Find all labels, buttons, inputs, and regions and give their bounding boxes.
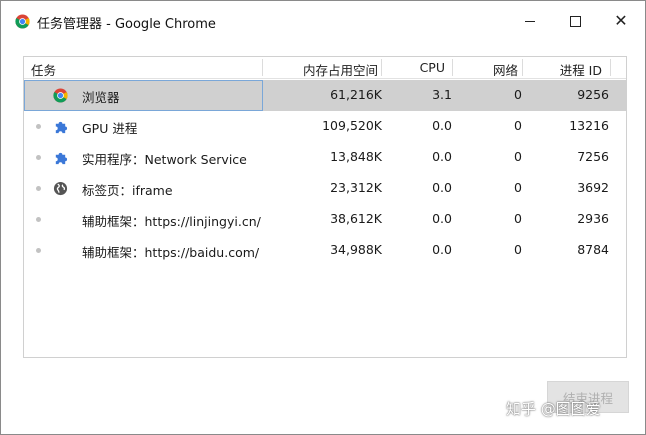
puzzle-icon <box>53 119 68 134</box>
column-header-memory[interactable]: 内存占用空间 <box>303 60 378 79</box>
network-cell: 0 <box>514 87 522 102</box>
cpu-cell: 3.1 <box>432 87 452 102</box>
cpu-cell: 0.0 <box>432 149 452 164</box>
pid-cell: 8784 <box>577 242 609 257</box>
task-name: 辅助框架：https://linjingyi.cn/ <box>82 214 261 229</box>
memory-cell: 61,216K <box>330 87 382 102</box>
minimize-button[interactable] <box>507 5 553 37</box>
network-cell: 0 <box>514 211 522 226</box>
bullet-dot <box>36 124 41 129</box>
memory-cell: 23,312K <box>330 180 382 195</box>
table-row[interactable]: 实用程序：Network Service 13,848K 0.0 0 7256 <box>24 142 626 173</box>
cpu-cell: 0.0 <box>432 242 452 257</box>
network-cell: 0 <box>514 149 522 164</box>
memory-cell: 38,612K <box>330 211 382 226</box>
task-name: GPU 进程 <box>82 121 138 136</box>
column-divider[interactable] <box>610 59 611 76</box>
memory-cell: 34,988K <box>330 242 382 257</box>
task-name: 浏览器 <box>82 90 120 105</box>
task-name: 标签页：iframe <box>82 183 173 198</box>
process-table: 任务 内存占用空间 CPU 网络 进程 ID 浏览器 61,216K 3.1 0… <box>23 56 627 358</box>
pid-cell: 2936 <box>577 211 609 226</box>
pid-cell: 7256 <box>577 149 609 164</box>
column-header-task[interactable]: 任务 <box>31 60 56 79</box>
network-cell: 0 <box>514 118 522 133</box>
table-row[interactable]: GPU 进程 109,520K 0.0 0 13216 <box>24 111 626 142</box>
network-cell: 0 <box>514 180 522 195</box>
minimize-icon <box>525 20 535 22</box>
chrome-icon <box>53 88 68 103</box>
window-title: 任务管理器 - Google Chrome <box>37 17 216 32</box>
table-row[interactable]: 浏览器 61,216K 3.1 0 9256 <box>24 80 626 111</box>
table-row[interactable]: 辅助框架：https://baidu.com/ 34,988K 0.0 0 87… <box>24 235 626 266</box>
memory-cell: 109,520K <box>322 118 382 133</box>
bullet-dot <box>36 155 41 160</box>
column-divider[interactable] <box>452 59 453 76</box>
bullet-dot <box>36 217 41 222</box>
table-row[interactable]: 辅助框架：https://linjingyi.cn/ 38,612K 0.0 0… <box>24 204 626 235</box>
column-header-cpu[interactable]: CPU <box>420 60 445 75</box>
bullet-dot <box>36 186 41 191</box>
puzzle-icon <box>53 150 68 165</box>
globe-icon <box>53 181 68 196</box>
pid-cell: 9256 <box>577 87 609 102</box>
maximize-button[interactable] <box>552 5 598 37</box>
cpu-cell: 0.0 <box>432 118 452 133</box>
column-divider[interactable] <box>262 59 263 76</box>
cpu-cell: 0.0 <box>432 180 452 195</box>
task-name: 实用程序：Network Service <box>82 152 247 167</box>
network-cell: 0 <box>514 242 522 257</box>
table-header: 任务 内存占用空间 CPU 网络 进程 ID <box>24 57 626 79</box>
bullet-dot <box>36 248 41 253</box>
pid-cell: 13216 <box>569 118 609 133</box>
memory-cell: 13,848K <box>330 149 382 164</box>
cpu-cell: 0.0 <box>432 211 452 226</box>
column-header-pid[interactable]: 进程 ID <box>560 60 602 79</box>
watermark-text: 知乎 @图图爱 <box>506 400 601 418</box>
close-icon: ✕ <box>614 11 628 30</box>
close-button[interactable]: ✕ <box>598 5 644 37</box>
column-divider[interactable] <box>381 59 382 76</box>
pid-cell: 3692 <box>577 180 609 195</box>
maximize-icon <box>569 15 581 27</box>
task-manager-window: 任务管理器 - Google Chrome ✕ 任务 内存占用空间 CPU 网络… <box>0 0 646 435</box>
title-bar[interactable]: 任务管理器 - Google Chrome ✕ <box>1 1 645 41</box>
chrome-icon <box>15 14 30 29</box>
column-header-network[interactable]: 网络 <box>493 60 518 79</box>
column-divider[interactable] <box>522 59 523 76</box>
table-row[interactable]: 标签页：iframe 23,312K 0.0 0 3692 <box>24 173 626 204</box>
task-name: 辅助框架：https://baidu.com/ <box>82 245 260 260</box>
